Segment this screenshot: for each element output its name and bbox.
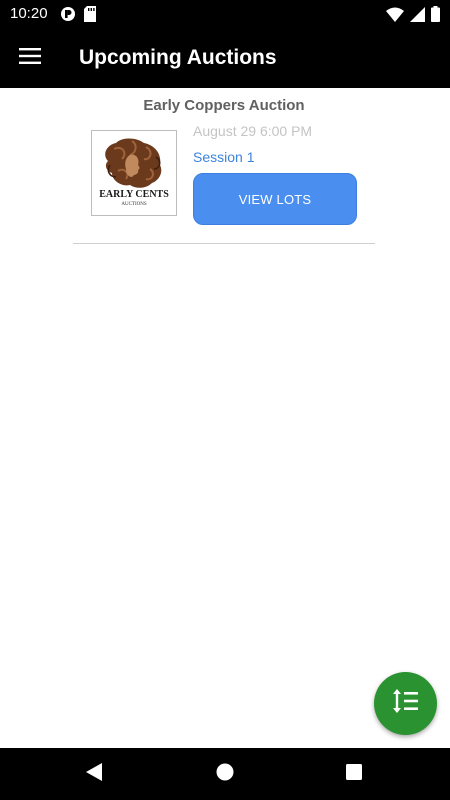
logo-title: EARLY CENTS — [99, 189, 169, 200]
sort-icon — [392, 688, 420, 719]
status-right-icons — [386, 6, 440, 27]
status-bar: 10:20 — [0, 0, 450, 28]
battery-icon — [431, 6, 440, 27]
back-icon — [85, 762, 103, 787]
back-button[interactable] — [82, 762, 106, 786]
logo-subtitle: AUCTIONS — [121, 202, 146, 207]
app-bar: Upcoming Auctions — [0, 28, 450, 88]
auction-name: Early Coppers Auction — [143, 97, 305, 114]
sort-fab[interactable] — [374, 672, 437, 735]
hamburger-menu-icon — [19, 47, 41, 69]
status-time: 10:20 — [10, 5, 48, 22]
home-icon — [216, 763, 234, 786]
auction-session-link[interactable]: Session 1 — [193, 149, 254, 165]
menu-button[interactable] — [12, 40, 48, 76]
page-title: Upcoming Auctions — [79, 46, 277, 69]
recents-button[interactable] — [342, 762, 366, 786]
cellular-signal-icon — [410, 6, 425, 27]
home-button[interactable] — [213, 762, 237, 786]
notification-app-icon — [60, 6, 76, 27]
sd-card-icon — [84, 6, 97, 27]
recents-icon — [346, 763, 362, 785]
auction-list-item: Early Coppers Auction EARLY CENTS AUCTIO… — [73, 88, 375, 244]
view-lots-button[interactable]: VIEW LOTS — [193, 173, 357, 225]
status-left-icons — [60, 6, 97, 27]
navigation-bar — [0, 748, 450, 800]
wifi-icon — [386, 7, 404, 27]
auction-date: August 29 6:00 PM — [193, 123, 313, 139]
auction-logo: EARLY CENTS AUCTIONS — [91, 130, 177, 216]
